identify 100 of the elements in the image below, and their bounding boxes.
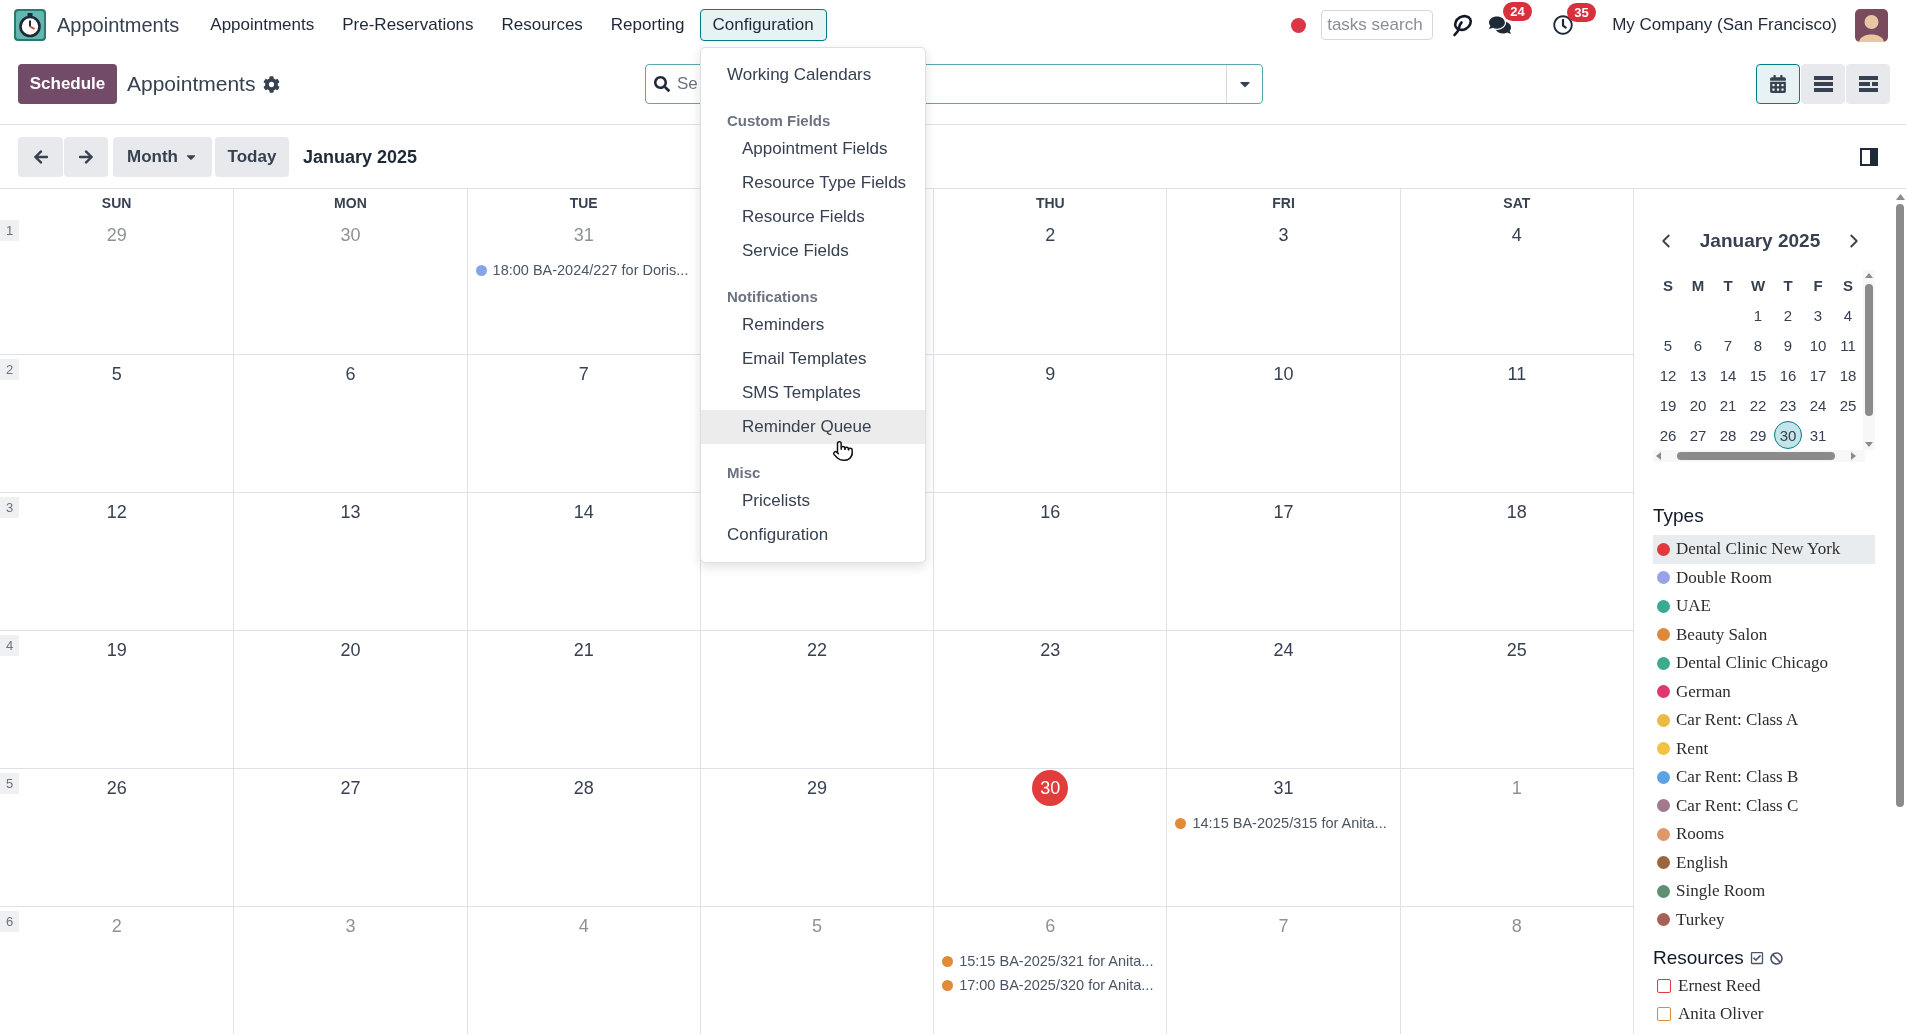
mini-calendar-day[interactable]: 1 <box>1752 301 1764 329</box>
mini-calendar-day[interactable]: 7 <box>1722 331 1734 359</box>
day-number[interactable]: 19 <box>106 632 127 668</box>
menu-item[interactable]: Pricelists <box>701 484 925 518</box>
menu-item[interactable]: SMS Templates <box>701 376 925 410</box>
day-number[interactable]: 17 <box>1273 494 1294 530</box>
type-filter-item[interactable]: Car Rent: Class A <box>1653 706 1875 735</box>
type-filter-item[interactable]: Dental Clinic New York <box>1653 535 1875 564</box>
type-filter-item[interactable]: Dental Clinic Chicago <box>1653 649 1875 678</box>
day-number[interactable]: 9 <box>1045 356 1056 392</box>
day-number[interactable]: 13 <box>340 494 361 530</box>
day-number[interactable]: 10 <box>1273 356 1294 392</box>
mini-calendar-day[interactable]: 15 <box>1748 361 1768 389</box>
tasks-search-field[interactable]: tasks search <box>1321 10 1434 40</box>
day-number[interactable]: 27 <box>340 770 361 806</box>
menu-item[interactable]: Email Templates <box>701 342 925 376</box>
chat-bubbles-icon[interactable] <box>1489 14 1512 36</box>
mini-calendar-day[interactable]: 27 <box>1688 421 1708 449</box>
calendar-event[interactable]: 17:00 BA-2025/320 for Anita... <box>959 977 1154 993</box>
mini-calendar-day[interactable]: 6 <box>1692 331 1704 359</box>
day-number[interactable]: 11 <box>1507 356 1527 392</box>
select-all-icon[interactable] <box>1749 951 1764 965</box>
mini-calendar-day[interactable]: 12 <box>1658 361 1678 389</box>
day-number[interactable]: 2 <box>1045 217 1056 253</box>
nav-menu-item[interactable]: Configuration <box>699 9 827 41</box>
type-filter-item[interactable]: Rooms <box>1653 820 1875 849</box>
mini-calendar-day[interactable]: 22 <box>1748 391 1768 419</box>
day-number[interactable]: 6 <box>345 356 356 392</box>
mini-calendar-day[interactable]: 10 <box>1808 331 1828 359</box>
menu-item[interactable]: Resource Type Fields <box>701 166 925 200</box>
mini-calendar-day[interactable]: 4 <box>1842 301 1854 329</box>
menu-item[interactable]: Configuration <box>701 518 925 552</box>
mini-calendar-day[interactable]: 5 <box>1662 331 1674 359</box>
mini-calendar-day[interactable]: 19 <box>1658 391 1678 419</box>
day-number[interactable]: 16 <box>1040 494 1061 530</box>
mini-calendar-day[interactable]: 18 <box>1838 361 1858 389</box>
app-logo-icon[interactable] <box>14 9 46 41</box>
lasso-icon[interactable] <box>1451 13 1474 37</box>
mini-calendar-day[interactable]: 24 <box>1808 391 1828 419</box>
ban-icon[interactable] <box>1769 951 1783 965</box>
mini-calendar-vertical-scrollbar[interactable] <box>1863 270 1875 450</box>
type-filter-item[interactable]: Beauty Salon <box>1653 620 1875 649</box>
panel-toggle-icon[interactable] <box>1860 148 1878 166</box>
type-filter-item[interactable]: English <box>1653 848 1875 877</box>
menu-item[interactable]: Resource Fields <box>701 200 925 234</box>
user-avatar[interactable] <box>1855 8 1888 42</box>
nav-menu-item[interactable]: Pre-Reservations <box>329 9 487 41</box>
mini-calendar-day[interactable]: 14 <box>1718 361 1738 389</box>
mini-calendar-day[interactable]: 16 <box>1778 361 1798 389</box>
mini-calendar-horizontal-scrollbar[interactable] <box>1653 450 1865 462</box>
nav-menu-item[interactable]: Resources <box>488 9 596 41</box>
day-number[interactable]: 5 <box>111 356 122 392</box>
type-filter-item[interactable]: Double Room <box>1653 563 1875 592</box>
day-number[interactable]: 12 <box>106 494 127 530</box>
type-filter-item[interactable]: Turkey <box>1653 905 1875 934</box>
mini-calendar-day[interactable]: 29 <box>1748 421 1768 449</box>
day-number[interactable]: 24 <box>1273 632 1294 668</box>
day-number[interactable]: 20 <box>340 632 361 668</box>
app-name[interactable]: Appointments <box>57 13 180 37</box>
settings-icon[interactable] <box>263 75 281 93</box>
day-number[interactable]: 21 <box>573 632 594 668</box>
mini-calendar-day[interactable]: 13 <box>1688 361 1708 389</box>
calendar-event[interactable]: 18:00 BA-2024/227 for Doris... <box>492 262 689 278</box>
clock-icon[interactable] <box>1553 15 1574 35</box>
next-button[interactable] <box>64 137 108 177</box>
search-input[interactable]: Se <box>677 74 701 94</box>
nav-menu-item[interactable]: Appointments <box>197 9 328 41</box>
type-filter-item[interactable]: Car Rent: Class B <box>1653 763 1875 792</box>
type-filter-item[interactable]: UAE <box>1653 592 1875 621</box>
menu-item[interactable]: Working Calendars <box>701 58 925 92</box>
day-number[interactable]: 18 <box>1506 494 1527 530</box>
mini-calendar-day[interactable]: 3 <box>1812 301 1824 329</box>
day-number[interactable]: 3 <box>1278 217 1289 253</box>
day-number[interactable]: 4 <box>1511 217 1522 253</box>
calendar-event[interactable]: 15:15 BA-2025/321 for Anita... <box>959 953 1154 969</box>
day-number[interactable]: 31 <box>1273 770 1294 806</box>
scroll-up-arrow-icon[interactable] <box>1895 194 1905 200</box>
scrollbar-thumb[interactable] <box>1896 204 1904 807</box>
day-number[interactable]: 28 <box>573 770 594 806</box>
type-filter-item[interactable]: Single Room <box>1653 877 1875 906</box>
mini-calendar-day[interactable]: 20 <box>1688 391 1708 419</box>
type-filter-item[interactable]: Car Rent: Class C <box>1653 791 1875 820</box>
calendar-event[interactable]: 14:15 BA-2025/315 for Anita... <box>1192 815 1387 831</box>
mini-calendar-day[interactable]: 28 <box>1718 421 1738 449</box>
day-number[interactable]: 25 <box>1506 632 1527 668</box>
previous-button[interactable] <box>18 137 63 177</box>
mini-calendar-day[interactable]: 8 <box>1752 331 1764 359</box>
scale-dropdown-button[interactable]: Month <box>113 137 212 177</box>
day-number[interactable]: 26 <box>106 770 127 806</box>
menu-item[interactable]: Service Fields <box>701 234 925 268</box>
mini-calendar-day[interactable]: 11 <box>1839 331 1857 359</box>
mini-calendar-day[interactable]: 30 <box>1774 421 1802 449</box>
mini-calendar-day[interactable]: 25 <box>1838 391 1858 419</box>
resource-filter-item[interactable]: Anita Oliver <box>1653 1000 1893 1028</box>
day-number[interactable]: 14 <box>573 494 594 530</box>
company-name[interactable]: My Company (San Francisco) <box>1612 15 1837 35</box>
mini-calendar-day[interactable]: 26 <box>1658 421 1678 449</box>
menu-item[interactable]: Reminders <box>701 308 925 342</box>
mini-calendar-day[interactable]: 23 <box>1778 391 1798 419</box>
type-filter-item[interactable]: German <box>1653 677 1875 706</box>
